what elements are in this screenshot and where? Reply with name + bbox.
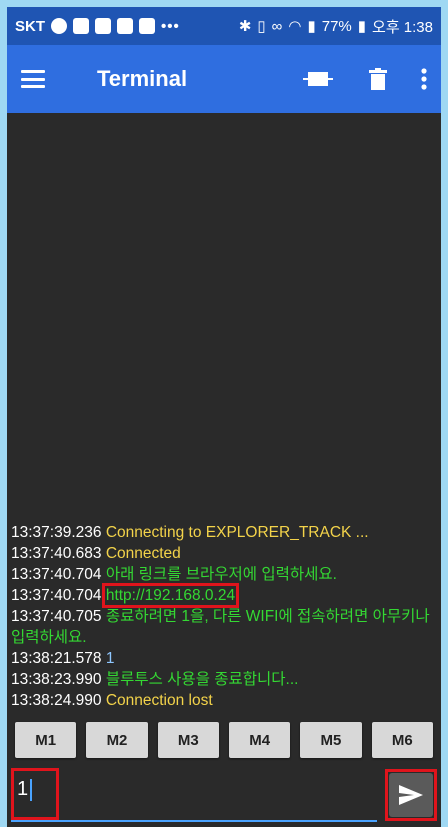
input-highlight-box — [11, 768, 59, 820]
terminal-line: 13:38:23.990 블루투스 사용을 종료합니다... — [11, 669, 437, 690]
facebook-icon — [51, 18, 67, 34]
overflow-menu-icon[interactable] — [421, 68, 427, 90]
macro-bar: M1 M2 M3 M4 M5 M6 — [7, 717, 441, 763]
macro-button-m3[interactable]: M3 — [157, 722, 219, 758]
phone-screen: SKT ••• ✱ ▯ ∞ ◠ ▮ 77% ▮ 오후 1:38 Terminal — [7, 7, 441, 827]
terminal-line: 13:37:40.705 종료하려면 1을, 다른 WIFI에 접속하려면 아무… — [11, 606, 437, 648]
timestamp: 13:37:40.683 — [11, 545, 102, 562]
timestamp: 13:37:39.236 — [11, 524, 102, 541]
connect-icon[interactable] — [301, 69, 335, 89]
send-text-input[interactable]: 1 — [11, 768, 377, 822]
macro-button-m4[interactable]: M4 — [228, 722, 291, 758]
link-icon: ∞ — [271, 17, 283, 35]
terminal-line: 13:37:40.704 http://192.168.0.24 — [11, 583, 437, 608]
terminal-line: 13:37:40.704 아래 링크를 브라우저에 입력하세요. — [11, 564, 437, 585]
timestamp: 13:37:40.704 — [11, 587, 102, 604]
page-title: Terminal — [97, 66, 188, 91]
terminal-output: 13:37:39.236 Connecting to EXPLORER_TRAC… — [7, 113, 441, 713]
battery-icon: ▮ — [357, 18, 367, 35]
line-text: 1 — [105, 650, 115, 667]
clock: 오후 1:38 — [372, 18, 433, 36]
photo-icon — [139, 18, 155, 34]
hamburger-menu-icon[interactable] — [21, 70, 45, 88]
line-text: 블루투스 사용을 종료합니다... — [105, 671, 299, 688]
status-bar: SKT ••• ✱ ▯ ∞ ◠ ▮ 77% ▮ 오후 1:38 — [7, 7, 441, 45]
vibrate-icon: ▯ — [257, 18, 266, 35]
terminal-line: 13:38:24.990 Connection lost — [11, 690, 437, 711]
battery-percent: 77% — [321, 17, 352, 35]
carrier-label: SKT — [15, 17, 45, 35]
timestamp: 13:38:23.990 — [11, 671, 102, 688]
line-text: 아래 링크를 브라우저에 입력하세요. — [105, 566, 337, 583]
line-text: Connecting to EXPLORER_TRACK ... — [105, 524, 369, 541]
timestamp: 13:38:24.990 — [11, 692, 102, 709]
terminal-line: 13:37:40.683 Connected — [11, 543, 437, 564]
more-notifications-icon: ••• — [161, 17, 180, 35]
trip-icon — [117, 18, 133, 34]
line-text: Connection lost — [105, 692, 213, 709]
input-row: 1 — [7, 763, 441, 827]
macro-button-m2[interactable]: M2 — [86, 722, 148, 758]
send-highlight-box — [385, 769, 437, 821]
app-bar: Terminal — [7, 45, 441, 113]
bluetooth-icon: ✱ — [238, 18, 252, 35]
timestamp: 13:37:40.704 — [11, 566, 102, 583]
b-app-icon — [73, 18, 89, 34]
line-icon — [95, 18, 111, 34]
line-text: Connected — [105, 545, 181, 562]
terminal-line: 13:37:39.236 Connecting to EXPLORER_TRAC… — [11, 522, 437, 543]
macro-button-m1[interactable]: M1 — [15, 722, 77, 758]
macro-button-m5[interactable]: M5 — [300, 722, 362, 758]
macro-button-m6[interactable]: M6 — [371, 722, 433, 758]
timestamp: 13:38:21.578 — [11, 650, 102, 667]
wifi-icon: ◠ — [288, 18, 302, 35]
terminal-line: 13:38:21.578 1 — [11, 648, 437, 669]
timestamp: 13:37:40.705 — [11, 608, 102, 625]
trash-icon[interactable] — [369, 68, 387, 90]
url-link[interactable]: http://192.168.0.24 — [101, 583, 240, 608]
send-button-wrapper — [385, 769, 437, 821]
signal-icon: ▮ — [307, 18, 316, 35]
